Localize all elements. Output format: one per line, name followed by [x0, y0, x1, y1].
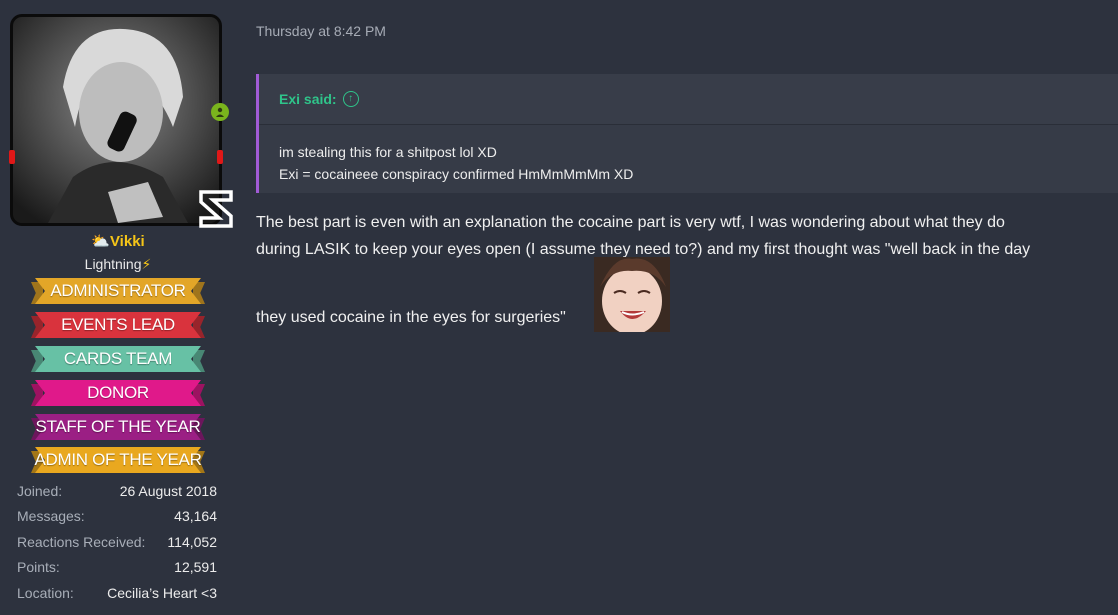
post-line: they used cocaine in the eyes for surger… [256, 309, 566, 326]
user-banner: EVENTS LEAD [31, 312, 205, 338]
quote-line: im stealing this for a shitpost lol XD [279, 144, 497, 160]
post-body: The best part is even with an explanatio… [256, 209, 1118, 331]
post-timestamp[interactable]: Thursday at 8:42 PM [256, 23, 386, 39]
stat-row: Messages: 43,164 [17, 504, 217, 530]
stat-row: Location: Cecilia’s Heart <3 [17, 580, 217, 606]
quote-header[interactable]: Exi said: ↑ [259, 74, 1118, 125]
laughing-face-image [594, 257, 670, 332]
user-title: Lightning⚡ [84, 256, 152, 272]
quote-line: Exi = cocaineee conspiracy confirmed HmM… [279, 166, 634, 182]
avatar-frame-accent [9, 150, 15, 164]
sun-cloud-icon: ⛅ [91, 233, 110, 250]
user-banner: ADMINISTRATOR [31, 278, 205, 304]
online-status-icon [211, 103, 229, 121]
user-banner-label: ADMIN OF THE YEAR [34, 450, 202, 469]
group-logo-icon [193, 186, 239, 232]
user-banner: STAFF OF THE YEAR [31, 414, 205, 440]
user-banner: DONOR [31, 380, 205, 406]
user-avatar[interactable] [10, 14, 222, 226]
user-banner: ADMIN OF THE YEAR [31, 447, 205, 473]
stat-label: Reactions Received: [17, 533, 146, 550]
user-banner-label: EVENTS LEAD [61, 315, 175, 334]
stat-value: 114,052 [167, 533, 217, 550]
quote-block: Exi said: ↑ im stealing this for a shitp… [256, 74, 1118, 193]
avatar-frame-accent [217, 150, 223, 164]
jump-to-quote-icon[interactable]: ↑ [342, 91, 359, 107]
message-user-info: ⛅Vikki Lightning⚡ ADMINISTRATOR EVENTS LE… [0, 0, 236, 615]
user-banner-label: STAFF OF THE YEAR [35, 417, 201, 436]
user-stats: Joined: 26 August 2018 Messages: 43,164 Reac… [17, 478, 217, 606]
stat-value: 12,591 [174, 559, 217, 576]
quote-content: im stealing this for a shitpost lol XD E… [259, 125, 1118, 185]
message-main: Thursday at 8:42 PM Exi said: ↑ im steal… [256, 0, 1118, 615]
user-banner: CARDS TEAM [31, 346, 205, 372]
lightning-icon: ⚡ [141, 256, 152, 272]
stat-label: Points: [17, 559, 60, 576]
user-banner-label: CARDS TEAM [63, 349, 173, 368]
stat-value: Cecilia’s Heart <3 [107, 584, 217, 601]
stat-row: Reactions Received: 114,052 [17, 529, 217, 555]
stat-row: Points: 12,591 [17, 555, 217, 581]
post-line: The best part is even with an explanatio… [256, 214, 1005, 231]
stat-label: Location: [17, 584, 74, 601]
user-banner-label: DONOR [87, 383, 149, 402]
quote-author[interactable]: Exi said: [279, 91, 337, 107]
stat-label: Messages: [17, 508, 85, 525]
user-banner-label: ADMINISTRATOR [50, 281, 186, 300]
post-line: during LASIK to keep your eyes open (I a… [256, 241, 1031, 258]
username[interactable]: ⛅Vikki [0, 232, 236, 250]
stat-value: 43,164 [174, 508, 217, 525]
stat-label: Joined: [17, 482, 63, 499]
stat-value: 26 August 2018 [119, 482, 217, 499]
stat-row: Joined: 26 August 2018 [17, 478, 217, 504]
